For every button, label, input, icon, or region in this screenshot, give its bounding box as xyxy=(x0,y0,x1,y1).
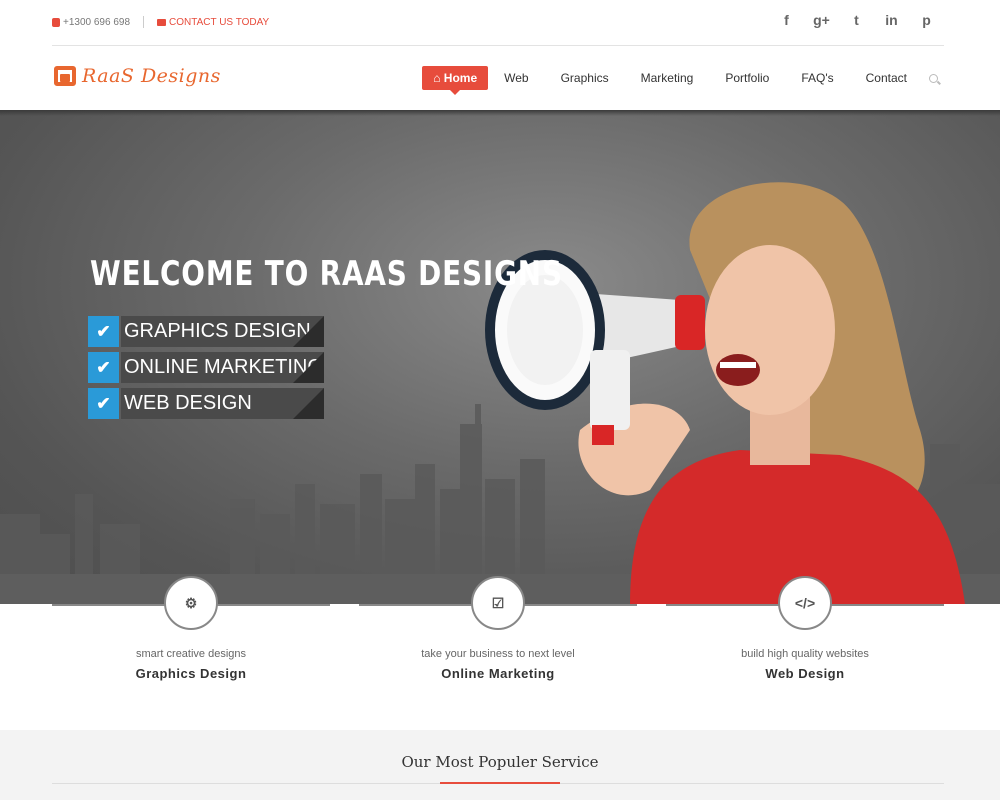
nav-item-portfolio[interactable]: Portfolio xyxy=(709,66,785,90)
check-icon: ✔ xyxy=(88,388,119,419)
hero-banner: WELCOME TO RAAS DESIGNS ✔ GRAPHICS DESIG… xyxy=(0,110,1000,604)
checkbox-icon[interactable]: ☑ xyxy=(471,576,525,630)
hero-feature-list: ✔ GRAPHICS DESIGN ✔ ONLINE MARKETING ✔ W… xyxy=(88,316,324,424)
facebook-icon[interactable]: f xyxy=(769,12,804,28)
feature-item: ✔ ONLINE MARKETING xyxy=(88,352,324,383)
woman-with-megaphone-image xyxy=(485,182,965,604)
service-subtitle: take your business to next level xyxy=(421,648,575,660)
nav-item-home[interactable]: ⌂ Home xyxy=(422,66,489,95)
feature-label: WEB DESIGN xyxy=(121,388,324,419)
linkedin-icon[interactable]: in xyxy=(874,12,909,28)
contact-link-text: CONTACT US TODAY xyxy=(169,16,270,28)
top-bar: +1300 696 698 CONTACT US TODAY f g+ t in… xyxy=(52,0,944,46)
logo-text: RaaS Designs xyxy=(82,65,221,87)
service-subtitle: smart creative designs xyxy=(135,648,247,660)
social-links: f g+ t in p xyxy=(769,12,944,28)
nav-label: Home xyxy=(443,71,478,85)
nav-item-graphics[interactable]: Graphics xyxy=(545,66,625,90)
service-title[interactable]: Online Marketing xyxy=(359,666,637,681)
service-title[interactable]: Graphics Design xyxy=(52,666,330,681)
heading-underline xyxy=(440,782,560,784)
logo[interactable]: RaaS Designs xyxy=(54,65,221,87)
nav-item-faqs[interactable]: FAQ's xyxy=(785,66,849,90)
nav-item-web[interactable]: Web xyxy=(488,66,544,90)
page: +1300 696 698 CONTACT US TODAY f g+ t in… xyxy=(0,0,1000,800)
popular-services-section: Our Most Populer Service xyxy=(0,730,1000,800)
hero-title: WELCOME TO RAAS DESIGNS xyxy=(90,254,563,294)
section-heading: Our Most Populer Service xyxy=(401,753,599,771)
feature-label: ONLINE MARKETING xyxy=(121,352,324,383)
header: RaaS Designs ⌂ Home Web Graphics Marketi… xyxy=(52,46,944,110)
phone-number: +1300 696 698 xyxy=(63,16,131,28)
twitter-icon[interactable]: t xyxy=(839,12,874,28)
phone-icon xyxy=(52,17,60,27)
feature-item: ✔ WEB DESIGN xyxy=(88,388,324,419)
service-subtitle: build high quality websites xyxy=(741,648,869,660)
divider xyxy=(143,16,145,28)
check-icon: ✔ xyxy=(88,316,119,347)
gear-icon[interactable]: ⚙ xyxy=(164,576,218,630)
home-icon: ⌂ xyxy=(433,71,444,85)
service-title[interactable]: Web Design xyxy=(666,666,944,681)
pinterest-icon[interactable]: p xyxy=(909,12,944,28)
logo-icon xyxy=(54,66,76,86)
feature-label: GRAPHICS DESIGN xyxy=(121,316,324,347)
google-plus-icon[interactable]: g+ xyxy=(804,12,839,28)
feature-item: ✔ GRAPHICS DESIGN xyxy=(88,316,324,347)
contact-link[interactable]: CONTACT US TODAY xyxy=(157,17,269,28)
services-row: ⚙ smart creative designs Graphics Design… xyxy=(52,576,944,730)
main-nav: ⌂ Home Web Graphics Marketing Portfolio … xyxy=(422,66,944,95)
code-icon[interactable]: </> xyxy=(778,576,832,630)
phone-contact[interactable]: +1300 696 698 xyxy=(52,17,130,28)
nav-item-marketing[interactable]: Marketing xyxy=(625,66,710,90)
contact-info: +1300 696 698 CONTACT US TODAY xyxy=(52,16,269,28)
check-icon: ✔ xyxy=(88,352,119,383)
nav-item-contact[interactable]: Contact xyxy=(850,66,923,90)
search-icon[interactable] xyxy=(929,73,938,83)
mail-icon xyxy=(157,18,167,26)
